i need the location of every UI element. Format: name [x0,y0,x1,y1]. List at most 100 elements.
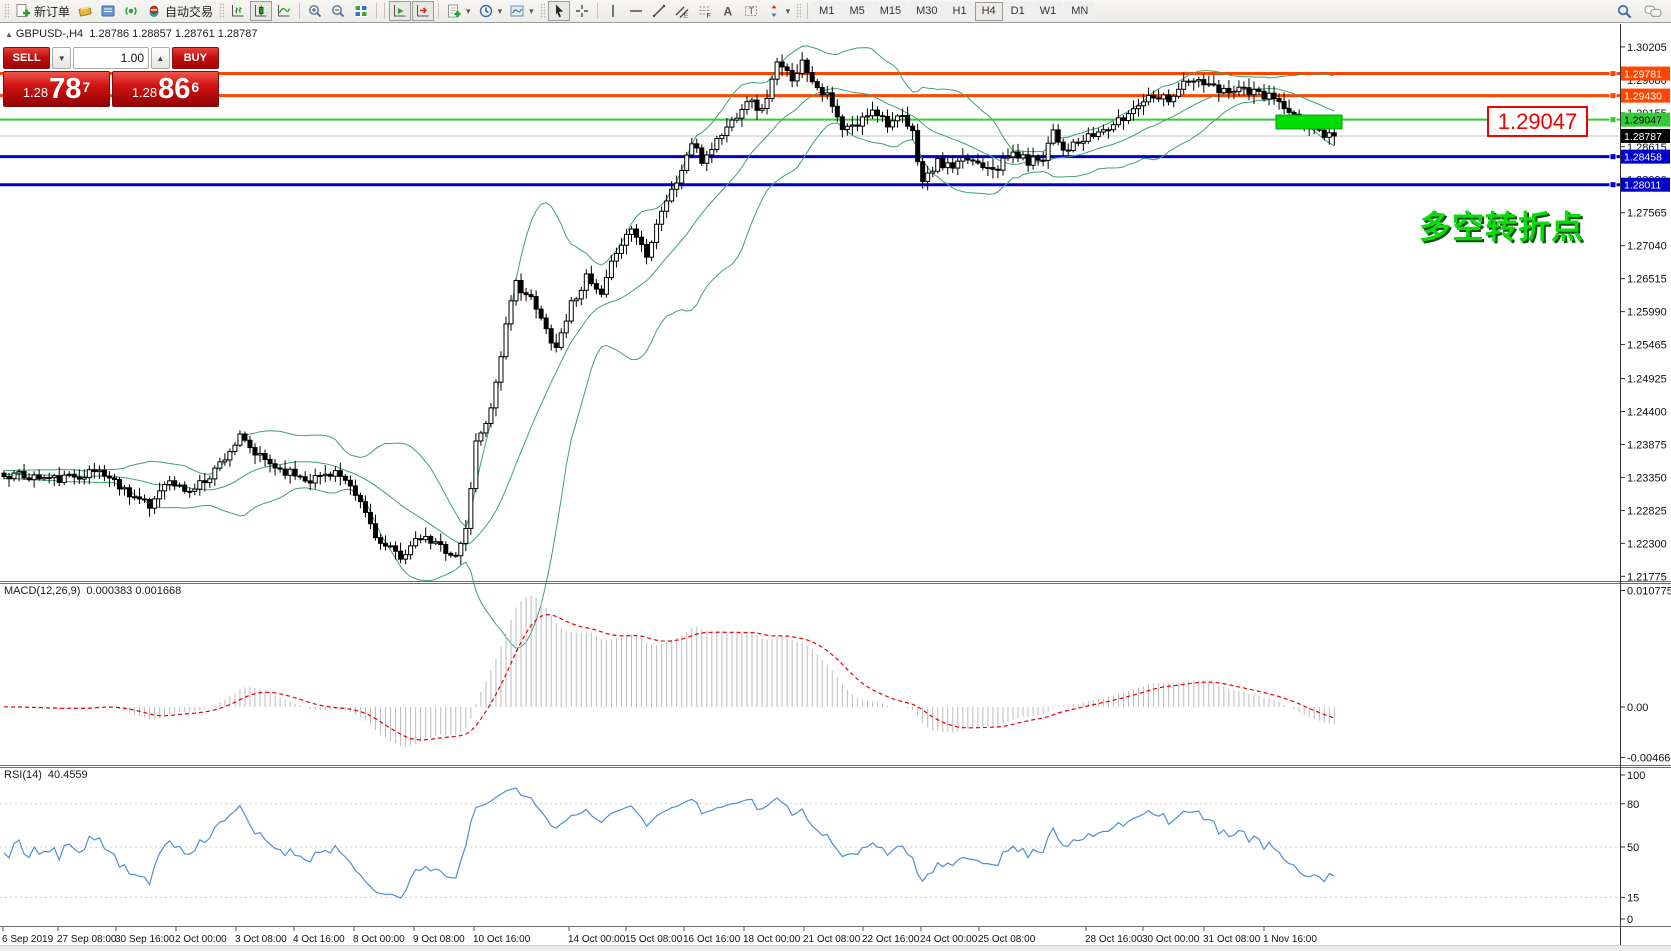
fibonacci-button[interactable]: F [694,1,716,21]
time-axis-label: 9 Oct 08:00 [413,934,465,945]
tab-timeframe-h1[interactable]: H1 [946,2,974,21]
tab-timeframe-w1[interactable]: W1 [1033,2,1064,21]
tab-timeframe-mn[interactable]: MN [1064,2,1095,21]
collapse-triangle-icon[interactable]: ▲ [5,30,13,39]
trendline-button[interactable] [648,1,670,21]
zoom-in-button[interactable] [304,1,326,21]
buy-button[interactable]: BUY [172,47,219,69]
candle-body [389,546,393,547]
candle-body [1167,95,1171,102]
time-axis-label: 30 Sep 16:00 [115,934,175,945]
cursor-button[interactable] [548,1,570,21]
tab-timeframe-m1[interactable]: M1 [812,2,841,21]
candle-body [188,491,192,492]
one-click-trading-panel: SELL ▼ ▲ BUY 1.28 78 7 1.28 86 6 [3,47,219,107]
line-chart-button[interactable] [273,1,295,21]
chart-shift-button[interactable] [412,1,434,21]
sell-button[interactable]: SELL [3,47,50,69]
price-callout-box[interactable]: 1.29047 [1487,106,1588,137]
axis-label: 0.00 [1627,702,1648,714]
candle-body [499,357,503,382]
market-watch-button[interactable] [74,1,96,21]
volume-increase-button[interactable]: ▲ [151,47,170,69]
indicators-button[interactable]: ▾ [443,1,474,21]
time-axis-label: 14 Oct 00:00 [568,934,626,945]
text-label-button[interactable]: T [740,1,762,21]
navigator-button[interactable] [97,1,119,21]
tab-timeframe-m15[interactable]: M15 [873,2,908,21]
candle-body [1106,130,1110,131]
candle-body [655,224,659,242]
candle-body [308,481,312,483]
candle-body [62,475,66,482]
toolbar-grip[interactable] [219,3,224,19]
candle-body [886,116,890,126]
candle-body [358,495,362,501]
candlestick-chart-button[interactable] [250,1,272,21]
zoom-out-button[interactable] [327,1,349,21]
tab-timeframe-h4[interactable]: H4 [975,2,1003,21]
tab-timeframe-d1[interactable]: D1 [1004,2,1032,21]
axis-label: 50 [1627,842,1639,854]
candle-body [1031,157,1035,165]
candle-body [77,477,81,479]
candle-body [785,67,789,71]
bar-chart-button[interactable] [227,1,249,21]
candle-body [640,237,644,244]
candle-body [534,297,538,310]
toolbar-grip[interactable] [540,3,545,19]
level-line-handle[interactable] [1610,117,1616,123]
candle-body [1147,95,1151,101]
toolbar-grip[interactable] [4,3,9,19]
candle-body [916,131,920,162]
chat-icon[interactable] [1643,3,1663,20]
candle-body [193,489,197,491]
toolbar-grip[interactable] [796,3,801,19]
candle-body [298,476,302,477]
candle-body [549,329,553,343]
candle-body [614,253,618,261]
auto-scroll-button[interactable] [389,1,411,21]
sell-price-button[interactable]: 1.28 78 7 [3,71,110,107]
candle-body [1056,130,1060,142]
candle-body [97,470,101,471]
horizontal-line-button[interactable] [625,1,647,21]
candle-body [1282,101,1286,108]
autotrading-button[interactable]: 自动交易 [143,1,216,21]
text-button[interactable]: A [717,1,739,21]
arrows-button[interactable]: ▾ [763,1,794,21]
periods-button[interactable]: ▾ [475,1,506,21]
level-line-handle[interactable] [1610,154,1616,160]
level-line-handle[interactable] [1610,93,1616,99]
tab-timeframe-m5[interactable]: M5 [842,2,871,21]
candle-body [243,434,247,440]
rsi-label: RSI(14) [4,769,42,781]
candle-body [323,474,327,475]
vertical-line-button[interactable] [602,1,624,21]
crosshair-icon [574,3,590,19]
buy-price-button[interactable]: 1.28 86 6 [112,71,219,107]
candle-body [735,118,739,120]
equidistant-channel-button[interactable]: E [671,1,693,21]
tile-windows-button[interactable] [350,1,372,21]
tab-timeframe-m30[interactable]: M30 [909,2,944,21]
level-line-handle[interactable] [1610,71,1616,77]
time-axis-label: 2 Oct 00:00 [175,934,227,945]
candle-body [7,476,11,478]
candle-body [1111,125,1115,130]
candle-body [810,73,814,82]
candle-body [1292,113,1296,115]
green-rectangle-annotation[interactable] [1276,115,1342,129]
candle-body [715,139,719,150]
new-order-button[interactable]: 新订单 [12,1,73,21]
volume-input[interactable] [73,47,149,69]
candle-body [82,478,86,480]
signals-button[interactable] [120,1,142,21]
level-line-handle[interactable] [1610,182,1616,188]
templates-button[interactable]: ▾ [506,1,537,21]
crosshair-button[interactable] [571,1,593,21]
volume-decrease-button[interactable]: ▼ [52,47,71,69]
turning-point-annotation[interactable]: 多空转折点 [1419,202,1584,248]
search-icon[interactable] [1616,3,1633,20]
candle-body [825,93,829,95]
